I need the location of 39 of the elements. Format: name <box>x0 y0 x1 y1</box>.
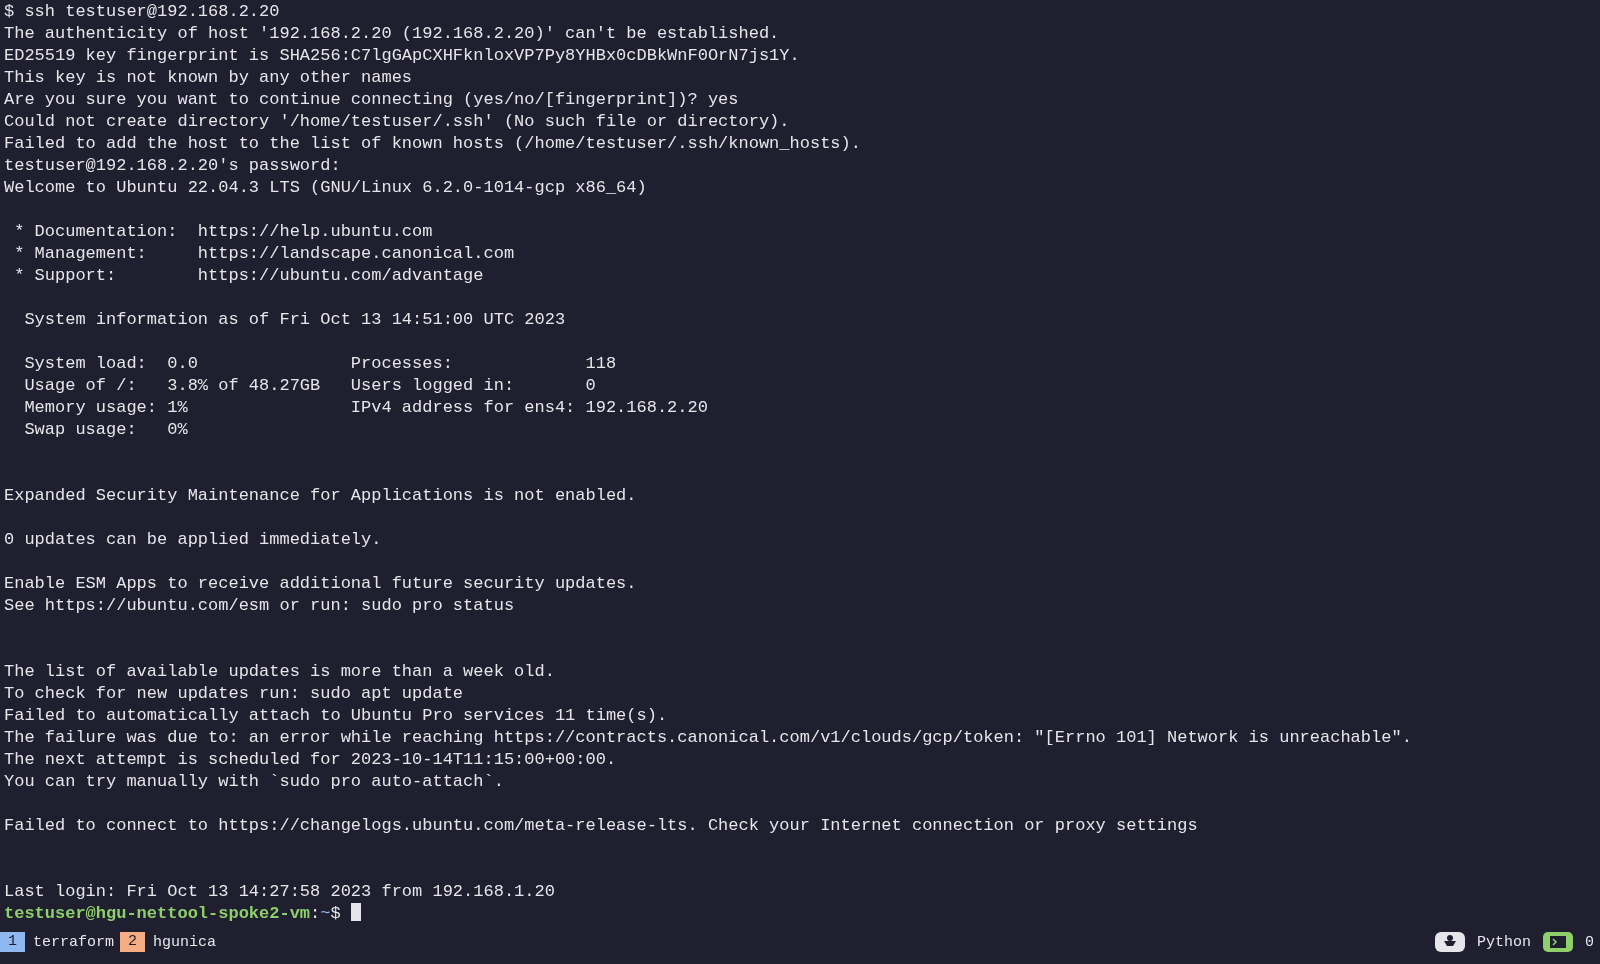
terminal-line: The list of available updates is more than a week old. <box>4 661 556 683</box>
terminal-line: Expanded Security Maintenance for Applications is not enabled. <box>4 485 638 507</box>
terminal-line: System information as of Fri Oct 13 14:51:00 UTC 2023 <box>23 309 567 331</box>
status-text: Python <box>1475 933 1532 951</box>
window-name[interactable]: terraform <box>33 933 115 951</box>
terminal-line: $ ssh testuser@192.168.2.20 <box>4 1 281 23</box>
terminal-line: The failure was due to: an error while reaching https://contracts.canonical.com/v1/clouds/gcp/token: "[Errno 101] Network is unreachable". <box>4 727 1413 749</box>
terminal-line: Are you sure you want to continue connecting (yes/no/[fingerprint])? yes <box>4 89 740 111</box>
window-number[interactable]: 2 <box>120 932 146 952</box>
terminal-line: This key is not known by any other names <box>4 67 414 89</box>
cursor <box>350 903 361 921</box>
shell-prompt[interactable]: testuser@hgu-nettool-spoke2-vm:~$ <box>4 903 1600 925</box>
terminal-line: Failed to add the host to the list of known hosts (/home/testuser/.ssh/known_hosts). <box>4 133 862 155</box>
terminal-line: Could not create directory '/home/testuser/.ssh' (No such file or directory). <box>4 111 791 133</box>
terminal-line: The authenticity of host '192.168.2.20 (192.168.2.20)' can't be established. <box>4 23 781 45</box>
terminal-line: The next attempt is scheduled for 2023-10-14T11:15:00+00:00. <box>4 749 618 771</box>
terminal-line: Last login: Fri Oct 13 14:27:58 2023 from 192.168.1.20 <box>4 881 556 903</box>
terminal-line: Enable ESM Apps to receive additional future security updates. <box>4 573 638 595</box>
terminal-line: See https://ubuntu.com/esm or run: sudo pro status <box>4 595 516 617</box>
terminal-line: testuser@192.168.2.20's password: <box>4 155 342 177</box>
terminal-line: * Documentation: https://help.ubuntu.com <box>13 221 434 243</box>
terminal-line: You can try manually with `sudo pro auto-attach`. <box>4 771 505 793</box>
terminal-line: Failed to connect to https://changelogs.ubuntu.com/meta-release-lts. Check your Internet connection or proxy settings <box>4 815 1199 837</box>
person-icon <box>1434 932 1465 952</box>
terminal-icon <box>1543 932 1573 952</box>
status-text: 0 <box>1584 933 1595 951</box>
terminal-line: Swap usage: 0% <box>23 419 189 441</box>
terminal-line: 0 updates can be applied immediately. <box>4 529 383 551</box>
terminal-line: Memory usage: 1% IPv4 address for ens4: 192.168.2.20 <box>23 397 709 419</box>
window-number[interactable]: 1 <box>0 932 25 952</box>
terminal-line: System load: 0.0 Processes: 118 <box>23 353 618 375</box>
terminal-line: ED25519 key fingerprint is SHA256:C7lgGApCXHFknloxVP7Py8YHBx0cDBkWnF0OrN7js1Y. <box>4 45 801 67</box>
window-name[interactable]: hgunica <box>153 933 217 951</box>
terminal-line: To check for new updates run: sudo apt update <box>4 683 465 705</box>
terminal-line: Usage of /: 3.8% of 48.27GB Users logged in: 0 <box>23 375 597 397</box>
terminal-line: * Support: https://ubuntu.com/advantage <box>13 265 485 287</box>
terminal-line: * Management: https://landscape.canonical.com <box>13 243 516 265</box>
terminal-line: Failed to automatically attach to Ubuntu Pro services 11 time(s). <box>4 705 669 727</box>
terminal-line: Welcome to Ubuntu 22.04.3 LTS (GNU/Linux 6.2.0-1014-gcp x86_64) <box>4 177 648 199</box>
